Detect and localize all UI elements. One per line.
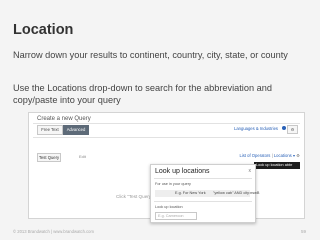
slide-note: Use the Locations drop-down to search fo… bbox=[13, 83, 272, 105]
close-icon[interactable]: x bbox=[249, 168, 252, 174]
operators-link[interactable]: List of Operators bbox=[239, 153, 270, 158]
query-tools: List of Operators | Locations ▾ ⚙ bbox=[239, 153, 300, 158]
query-heading: Create a new Query bbox=[37, 116, 91, 122]
divider bbox=[33, 137, 300, 138]
look-up-locations-popup: Look up locations x For use in your quer… bbox=[150, 164, 259, 223]
example-prefix: E.g. For New York bbox=[175, 191, 206, 195]
location-lookup-input[interactable]: E.g. Cameroon bbox=[155, 212, 197, 220]
chevron-down-icon[interactable]: ▾ bbox=[293, 153, 295, 158]
footer-copyright: © 2013 Brandwatch | www.brandwatch.com bbox=[13, 229, 94, 234]
lookup-label: Look up location bbox=[155, 205, 183, 209]
slide-title: Location bbox=[13, 22, 74, 38]
page-number: 59 bbox=[300, 229, 306, 234]
app-screenshot: Create a new Query Free Text Advanced La… bbox=[28, 112, 305, 223]
tab-advanced[interactable]: Advanced bbox=[63, 125, 89, 135]
tab-free-text[interactable]: Free Text bbox=[37, 125, 63, 135]
example-query-text: "yellow cab" AND city:nswB bbox=[213, 191, 260, 195]
slide-subtitle: Narrow down your results to continent, c… bbox=[13, 50, 288, 60]
gear-icon[interactable]: ⚙ bbox=[287, 125, 298, 134]
example-query: E.g. For New York "yellow cab" AND city:… bbox=[155, 190, 259, 197]
languages-industries-link[interactable]: Languages & Industries bbox=[234, 126, 278, 131]
popup-title: Look up locations bbox=[155, 168, 210, 175]
divider bbox=[33, 123, 300, 124]
info-icon[interactable] bbox=[282, 126, 286, 130]
gear-icon[interactable]: ⚙ bbox=[296, 153, 300, 158]
divider bbox=[154, 201, 252, 202]
edit-label[interactable]: Edit bbox=[79, 154, 86, 159]
use-label: For use in your query bbox=[155, 182, 191, 186]
locations-dropdown[interactable]: Locations bbox=[274, 153, 292, 158]
divider bbox=[154, 178, 252, 179]
click-hint: Click "Test Query" bbox=[116, 194, 153, 199]
tooltip: Look up location abbr bbox=[254, 162, 300, 169]
test-query-button[interactable]: Test Query bbox=[37, 153, 61, 162]
